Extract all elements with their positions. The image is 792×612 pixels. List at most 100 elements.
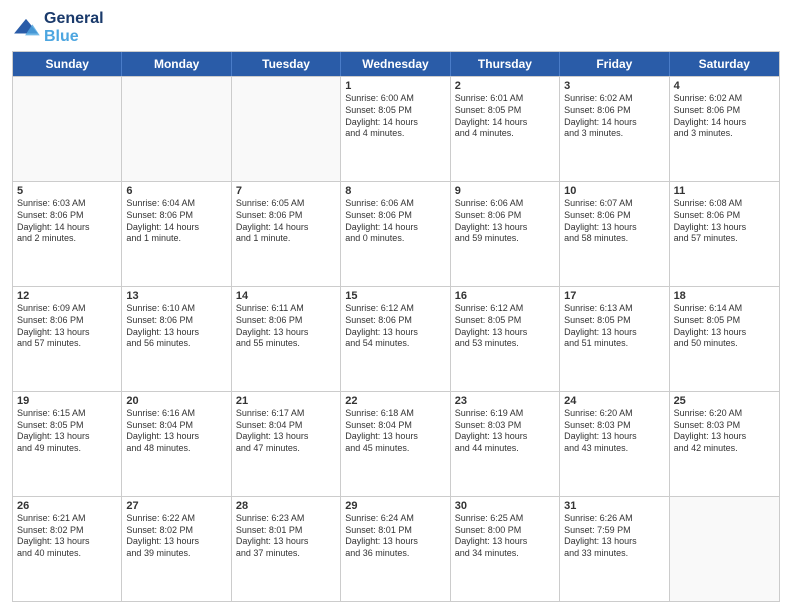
day-cell: 14Sunrise: 6:11 AM Sunset: 8:06 PM Dayli… bbox=[232, 287, 341, 391]
day-cell: 5Sunrise: 6:03 AM Sunset: 8:06 PM Daylig… bbox=[13, 182, 122, 286]
cell-text: Sunrise: 6:20 AM Sunset: 8:03 PM Dayligh… bbox=[674, 408, 775, 455]
cell-text: Sunrise: 6:21 AM Sunset: 8:02 PM Dayligh… bbox=[17, 513, 117, 560]
day-cell bbox=[13, 77, 122, 181]
cell-text: Sunrise: 6:04 AM Sunset: 8:06 PM Dayligh… bbox=[126, 198, 226, 245]
day-number: 17 bbox=[564, 290, 664, 302]
cell-text: Sunrise: 6:06 AM Sunset: 8:06 PM Dayligh… bbox=[345, 198, 445, 245]
day-header-thursday: Thursday bbox=[451, 52, 560, 76]
day-cell: 19Sunrise: 6:15 AM Sunset: 8:05 PM Dayli… bbox=[13, 392, 122, 496]
day-cell: 23Sunrise: 6:19 AM Sunset: 8:03 PM Dayli… bbox=[451, 392, 560, 496]
day-cell: 25Sunrise: 6:20 AM Sunset: 8:03 PM Dayli… bbox=[670, 392, 779, 496]
cell-text: Sunrise: 6:11 AM Sunset: 8:06 PM Dayligh… bbox=[236, 303, 336, 350]
cell-text: Sunrise: 6:00 AM Sunset: 8:05 PM Dayligh… bbox=[345, 93, 445, 140]
day-cell: 7Sunrise: 6:05 AM Sunset: 8:06 PM Daylig… bbox=[232, 182, 341, 286]
day-cell: 16Sunrise: 6:12 AM Sunset: 8:05 PM Dayli… bbox=[451, 287, 560, 391]
cell-text: Sunrise: 6:16 AM Sunset: 8:04 PM Dayligh… bbox=[126, 408, 226, 455]
cell-text: Sunrise: 6:13 AM Sunset: 8:05 PM Dayligh… bbox=[564, 303, 664, 350]
week-row-5: 26Sunrise: 6:21 AM Sunset: 8:02 PM Dayli… bbox=[13, 496, 779, 601]
day-cell bbox=[670, 497, 779, 601]
logo-text: General Blue bbox=[44, 10, 104, 45]
day-cell: 24Sunrise: 6:20 AM Sunset: 8:03 PM Dayli… bbox=[560, 392, 669, 496]
day-number: 25 bbox=[674, 395, 775, 407]
day-number: 24 bbox=[564, 395, 664, 407]
day-number: 19 bbox=[17, 395, 117, 407]
cell-text: Sunrise: 6:10 AM Sunset: 8:06 PM Dayligh… bbox=[126, 303, 226, 350]
day-number: 30 bbox=[455, 500, 555, 512]
day-cell: 9Sunrise: 6:06 AM Sunset: 8:06 PM Daylig… bbox=[451, 182, 560, 286]
cell-text: Sunrise: 6:15 AM Sunset: 8:05 PM Dayligh… bbox=[17, 408, 117, 455]
header: General Blue bbox=[12, 10, 780, 45]
day-cell: 13Sunrise: 6:10 AM Sunset: 8:06 PM Dayli… bbox=[122, 287, 231, 391]
day-number: 10 bbox=[564, 185, 664, 197]
cell-text: Sunrise: 6:20 AM Sunset: 8:03 PM Dayligh… bbox=[564, 408, 664, 455]
cell-text: Sunrise: 6:01 AM Sunset: 8:05 PM Dayligh… bbox=[455, 93, 555, 140]
day-cell: 20Sunrise: 6:16 AM Sunset: 8:04 PM Dayli… bbox=[122, 392, 231, 496]
cell-text: Sunrise: 6:09 AM Sunset: 8:06 PM Dayligh… bbox=[17, 303, 117, 350]
cell-text: Sunrise: 6:12 AM Sunset: 8:06 PM Dayligh… bbox=[345, 303, 445, 350]
page: General Blue SundayMondayTuesdayWednesda… bbox=[0, 0, 792, 612]
day-cell: 11Sunrise: 6:08 AM Sunset: 8:06 PM Dayli… bbox=[670, 182, 779, 286]
day-cell: 30Sunrise: 6:25 AM Sunset: 8:00 PM Dayli… bbox=[451, 497, 560, 601]
logo: General Blue bbox=[12, 10, 104, 45]
day-number: 23 bbox=[455, 395, 555, 407]
day-cell: 12Sunrise: 6:09 AM Sunset: 8:06 PM Dayli… bbox=[13, 287, 122, 391]
cell-text: Sunrise: 6:22 AM Sunset: 8:02 PM Dayligh… bbox=[126, 513, 226, 560]
day-cell bbox=[122, 77, 231, 181]
calendar: SundayMondayTuesdayWednesdayThursdayFrid… bbox=[12, 51, 780, 602]
day-number: 31 bbox=[564, 500, 664, 512]
cell-text: Sunrise: 6:08 AM Sunset: 8:06 PM Dayligh… bbox=[674, 198, 775, 245]
day-header-sunday: Sunday bbox=[13, 52, 122, 76]
day-header-tuesday: Tuesday bbox=[232, 52, 341, 76]
day-number: 27 bbox=[126, 500, 226, 512]
cell-text: Sunrise: 6:18 AM Sunset: 8:04 PM Dayligh… bbox=[345, 408, 445, 455]
day-number: 2 bbox=[455, 80, 555, 92]
day-number: 21 bbox=[236, 395, 336, 407]
day-header-monday: Monday bbox=[122, 52, 231, 76]
week-row-1: 1Sunrise: 6:00 AM Sunset: 8:05 PM Daylig… bbox=[13, 76, 779, 181]
day-cell: 3Sunrise: 6:02 AM Sunset: 8:06 PM Daylig… bbox=[560, 77, 669, 181]
day-cell: 6Sunrise: 6:04 AM Sunset: 8:06 PM Daylig… bbox=[122, 182, 231, 286]
day-number: 26 bbox=[17, 500, 117, 512]
cell-text: Sunrise: 6:03 AM Sunset: 8:06 PM Dayligh… bbox=[17, 198, 117, 245]
day-cell: 21Sunrise: 6:17 AM Sunset: 8:04 PM Dayli… bbox=[232, 392, 341, 496]
day-number: 29 bbox=[345, 500, 445, 512]
day-header-wednesday: Wednesday bbox=[341, 52, 450, 76]
day-cell: 15Sunrise: 6:12 AM Sunset: 8:06 PM Dayli… bbox=[341, 287, 450, 391]
day-number: 5 bbox=[17, 185, 117, 197]
day-cell: 26Sunrise: 6:21 AM Sunset: 8:02 PM Dayli… bbox=[13, 497, 122, 601]
cell-text: Sunrise: 6:06 AM Sunset: 8:06 PM Dayligh… bbox=[455, 198, 555, 245]
day-number: 22 bbox=[345, 395, 445, 407]
day-number: 20 bbox=[126, 395, 226, 407]
cell-text: Sunrise: 6:02 AM Sunset: 8:06 PM Dayligh… bbox=[674, 93, 775, 140]
day-number: 16 bbox=[455, 290, 555, 302]
cell-text: Sunrise: 6:23 AM Sunset: 8:01 PM Dayligh… bbox=[236, 513, 336, 560]
day-cell: 28Sunrise: 6:23 AM Sunset: 8:01 PM Dayli… bbox=[232, 497, 341, 601]
cell-text: Sunrise: 6:17 AM Sunset: 8:04 PM Dayligh… bbox=[236, 408, 336, 455]
day-number: 6 bbox=[126, 185, 226, 197]
day-cell: 1Sunrise: 6:00 AM Sunset: 8:05 PM Daylig… bbox=[341, 77, 450, 181]
week-row-3: 12Sunrise: 6:09 AM Sunset: 8:06 PM Dayli… bbox=[13, 286, 779, 391]
cell-text: Sunrise: 6:25 AM Sunset: 8:00 PM Dayligh… bbox=[455, 513, 555, 560]
day-number: 3 bbox=[564, 80, 664, 92]
cell-text: Sunrise: 6:02 AM Sunset: 8:06 PM Dayligh… bbox=[564, 93, 664, 140]
day-number: 7 bbox=[236, 185, 336, 197]
day-number: 12 bbox=[17, 290, 117, 302]
day-number: 8 bbox=[345, 185, 445, 197]
day-cell: 29Sunrise: 6:24 AM Sunset: 8:01 PM Dayli… bbox=[341, 497, 450, 601]
day-number: 13 bbox=[126, 290, 226, 302]
day-number: 28 bbox=[236, 500, 336, 512]
day-header-saturday: Saturday bbox=[670, 52, 779, 76]
day-header-friday: Friday bbox=[560, 52, 669, 76]
day-cell: 4Sunrise: 6:02 AM Sunset: 8:06 PM Daylig… bbox=[670, 77, 779, 181]
day-number: 15 bbox=[345, 290, 445, 302]
day-number: 11 bbox=[674, 185, 775, 197]
day-cell: 27Sunrise: 6:22 AM Sunset: 8:02 PM Dayli… bbox=[122, 497, 231, 601]
calendar-body: 1Sunrise: 6:00 AM Sunset: 8:05 PM Daylig… bbox=[13, 76, 779, 601]
day-cell: 17Sunrise: 6:13 AM Sunset: 8:05 PM Dayli… bbox=[560, 287, 669, 391]
day-cell: 31Sunrise: 6:26 AM Sunset: 7:59 PM Dayli… bbox=[560, 497, 669, 601]
day-number: 18 bbox=[674, 290, 775, 302]
week-row-2: 5Sunrise: 6:03 AM Sunset: 8:06 PM Daylig… bbox=[13, 181, 779, 286]
day-headers: SundayMondayTuesdayWednesdayThursdayFrid… bbox=[13, 52, 779, 76]
day-cell bbox=[232, 77, 341, 181]
day-cell: 8Sunrise: 6:06 AM Sunset: 8:06 PM Daylig… bbox=[341, 182, 450, 286]
